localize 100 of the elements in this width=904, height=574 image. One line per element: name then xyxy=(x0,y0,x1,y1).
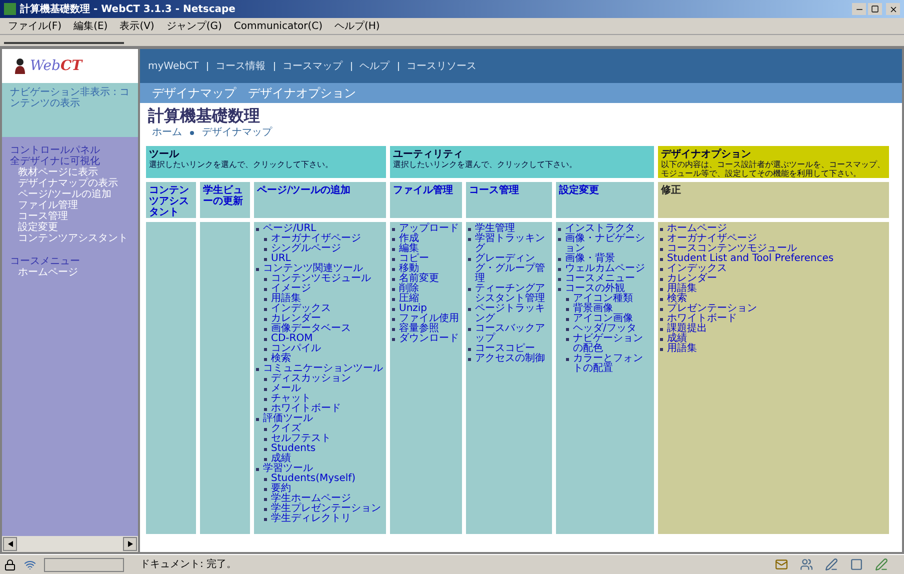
menu-item[interactable]: ジャンプ(G) xyxy=(166,18,222,34)
link[interactable]: メール xyxy=(271,384,301,394)
link[interactable]: Student List and Tool Preferences xyxy=(667,254,834,264)
link[interactable]: Unzip xyxy=(399,304,428,314)
link[interactable]: URL xyxy=(271,254,291,264)
link[interactable]: コースメニュー xyxy=(565,274,635,284)
link[interactable]: チャット xyxy=(271,394,311,404)
nav-link[interactable]: コースマップ xyxy=(282,58,343,74)
link[interactable]: クイズ xyxy=(271,424,301,434)
link[interactable]: コースコピー xyxy=(475,344,535,354)
close-button[interactable] xyxy=(886,3,900,15)
menu-item[interactable]: 編集(E) xyxy=(74,18,108,34)
menu-item[interactable]: 表示(V) xyxy=(120,18,154,34)
nav-link[interactable]: ヘルプ xyxy=(360,58,390,74)
link[interactable]: 学生プレゼンテーション xyxy=(271,504,381,514)
link[interactable]: 用語集 xyxy=(667,284,697,294)
link[interactable]: 削除 xyxy=(399,284,419,294)
link[interactable]: ホワイトボード xyxy=(667,314,737,324)
mail-icon[interactable] xyxy=(775,558,788,571)
column-heading[interactable]: ページ/ツールの追加 xyxy=(257,185,383,196)
link[interactable]: セルフテスト xyxy=(271,434,331,444)
link[interactable]: カレンダー xyxy=(667,274,717,284)
column-heading[interactable]: ファイル管理 xyxy=(393,185,459,196)
link[interactable]: インストラクタ xyxy=(565,224,635,234)
breadcrumb-link[interactable]: ホーム xyxy=(152,125,182,140)
column-heading[interactable]: 設定変更 xyxy=(559,185,651,196)
link[interactable]: ホワイトボード xyxy=(271,404,341,414)
scroll-right-icon[interactable] xyxy=(123,537,137,551)
column-heading[interactable]: 学生ビューの更新 xyxy=(203,185,247,207)
column-heading[interactable]: 修正 xyxy=(661,185,886,196)
menu-item[interactable]: ファイル(F) xyxy=(8,18,62,34)
column-heading[interactable]: コース管理 xyxy=(469,185,549,196)
link[interactable]: ダウンロード xyxy=(399,334,459,344)
link[interactable]: 評価ツール xyxy=(263,414,313,424)
horizontal-scrollbar[interactable] xyxy=(2,536,138,552)
link[interactable]: ページトラッキング xyxy=(475,304,550,324)
link[interactable]: 学生ディレクトリ xyxy=(271,514,351,524)
pen-icon[interactable] xyxy=(825,558,838,571)
link[interactable]: アイコン画像 xyxy=(573,314,633,324)
link[interactable]: 容量参照 xyxy=(399,324,439,334)
link[interactable]: シングルページ xyxy=(271,244,341,254)
link[interactable]: コンテンツモジュール xyxy=(271,274,371,284)
link[interactable]: ページ/URL xyxy=(263,224,316,234)
link[interactable]: Students(Myself) xyxy=(271,474,356,484)
link[interactable]: プレゼンテーション xyxy=(667,304,757,314)
nav-link[interactable]: コースリソース xyxy=(406,58,477,74)
link[interactable]: 名前変更 xyxy=(399,274,439,284)
link[interactable]: コースコンテンツモジュール xyxy=(667,244,797,254)
link[interactable]: 検索 xyxy=(667,294,687,304)
link[interactable]: 移動 xyxy=(399,264,419,274)
breadcrumb-link[interactable]: デザイナマップ xyxy=(202,125,272,140)
link[interactable]: 検索 xyxy=(271,354,291,364)
link[interactable]: ホームページ xyxy=(667,224,727,234)
nav-link[interactable]: myWebCT xyxy=(148,58,199,74)
link[interactable]: コンパイル xyxy=(271,344,321,354)
link[interactable]: ウェルカムページ xyxy=(565,264,645,274)
column-heading[interactable]: コンテンツアシスタント xyxy=(149,185,193,218)
link[interactable]: コースバックアップ xyxy=(475,324,550,344)
link[interactable]: 課題提出 xyxy=(667,324,707,334)
link[interactable]: 画像・ナビゲーション xyxy=(565,234,652,254)
link[interactable]: コピー xyxy=(399,254,429,264)
link[interactable]: 画像・背景 xyxy=(565,254,615,264)
minimize-button[interactable] xyxy=(852,3,866,15)
link[interactable]: イメージ xyxy=(271,284,311,294)
link[interactable]: 背景画像 xyxy=(573,304,613,314)
link[interactable]: ファイル使用 xyxy=(399,314,459,324)
link[interactable]: Students xyxy=(271,444,316,454)
link[interactable]: グレーディング・グループ管理 xyxy=(475,254,550,284)
link[interactable]: 学習トラッキング xyxy=(475,234,550,254)
link[interactable]: CD-ROM xyxy=(271,334,313,344)
link[interactable]: アイコン種類 xyxy=(573,294,633,304)
link[interactable]: 学習ツール xyxy=(263,464,313,474)
link[interactable]: 要約 xyxy=(271,484,291,494)
scroll-left-icon[interactable] xyxy=(3,537,17,551)
link[interactable]: ディスカッション xyxy=(271,374,351,384)
link[interactable]: 画像データベース xyxy=(271,324,351,334)
link[interactable]: オーガナイザページ xyxy=(271,234,361,244)
link[interactable]: ヘッダ/フッタ xyxy=(573,324,636,334)
link[interactable]: カラーとフォントの配置 xyxy=(573,354,652,374)
link[interactable]: 成績 xyxy=(271,454,291,464)
link[interactable]: カレンダー xyxy=(271,314,321,324)
link[interactable]: インデックス xyxy=(667,264,727,274)
nav-link[interactable]: コース情報 xyxy=(216,58,266,74)
window-icon[interactable] xyxy=(850,558,863,571)
link[interactable]: 用語集 xyxy=(271,294,301,304)
menu-item[interactable]: ヘルプ(H) xyxy=(334,18,380,34)
menu-item[interactable]: Communicator(C) xyxy=(234,18,323,34)
link[interactable]: 成績 xyxy=(667,334,687,344)
link[interactable]: アクセスの制御 xyxy=(475,354,545,364)
link[interactable]: 学生管理 xyxy=(475,224,515,234)
link[interactable]: 圧縮 xyxy=(399,294,419,304)
link[interactable]: コンテンツ関連ツール xyxy=(263,264,363,274)
maximize-button[interactable] xyxy=(868,3,882,15)
link[interactable]: 作成 xyxy=(399,234,419,244)
edit-icon[interactable] xyxy=(875,558,888,571)
link[interactable]: インデックス xyxy=(271,304,331,314)
link[interactable]: 学生ホームページ xyxy=(271,494,351,504)
link[interactable]: オーガナイザページ xyxy=(667,234,757,244)
link[interactable]: コミュニケーションツール xyxy=(263,364,383,374)
link[interactable]: ティーチングアシスタント管理 xyxy=(475,284,550,304)
